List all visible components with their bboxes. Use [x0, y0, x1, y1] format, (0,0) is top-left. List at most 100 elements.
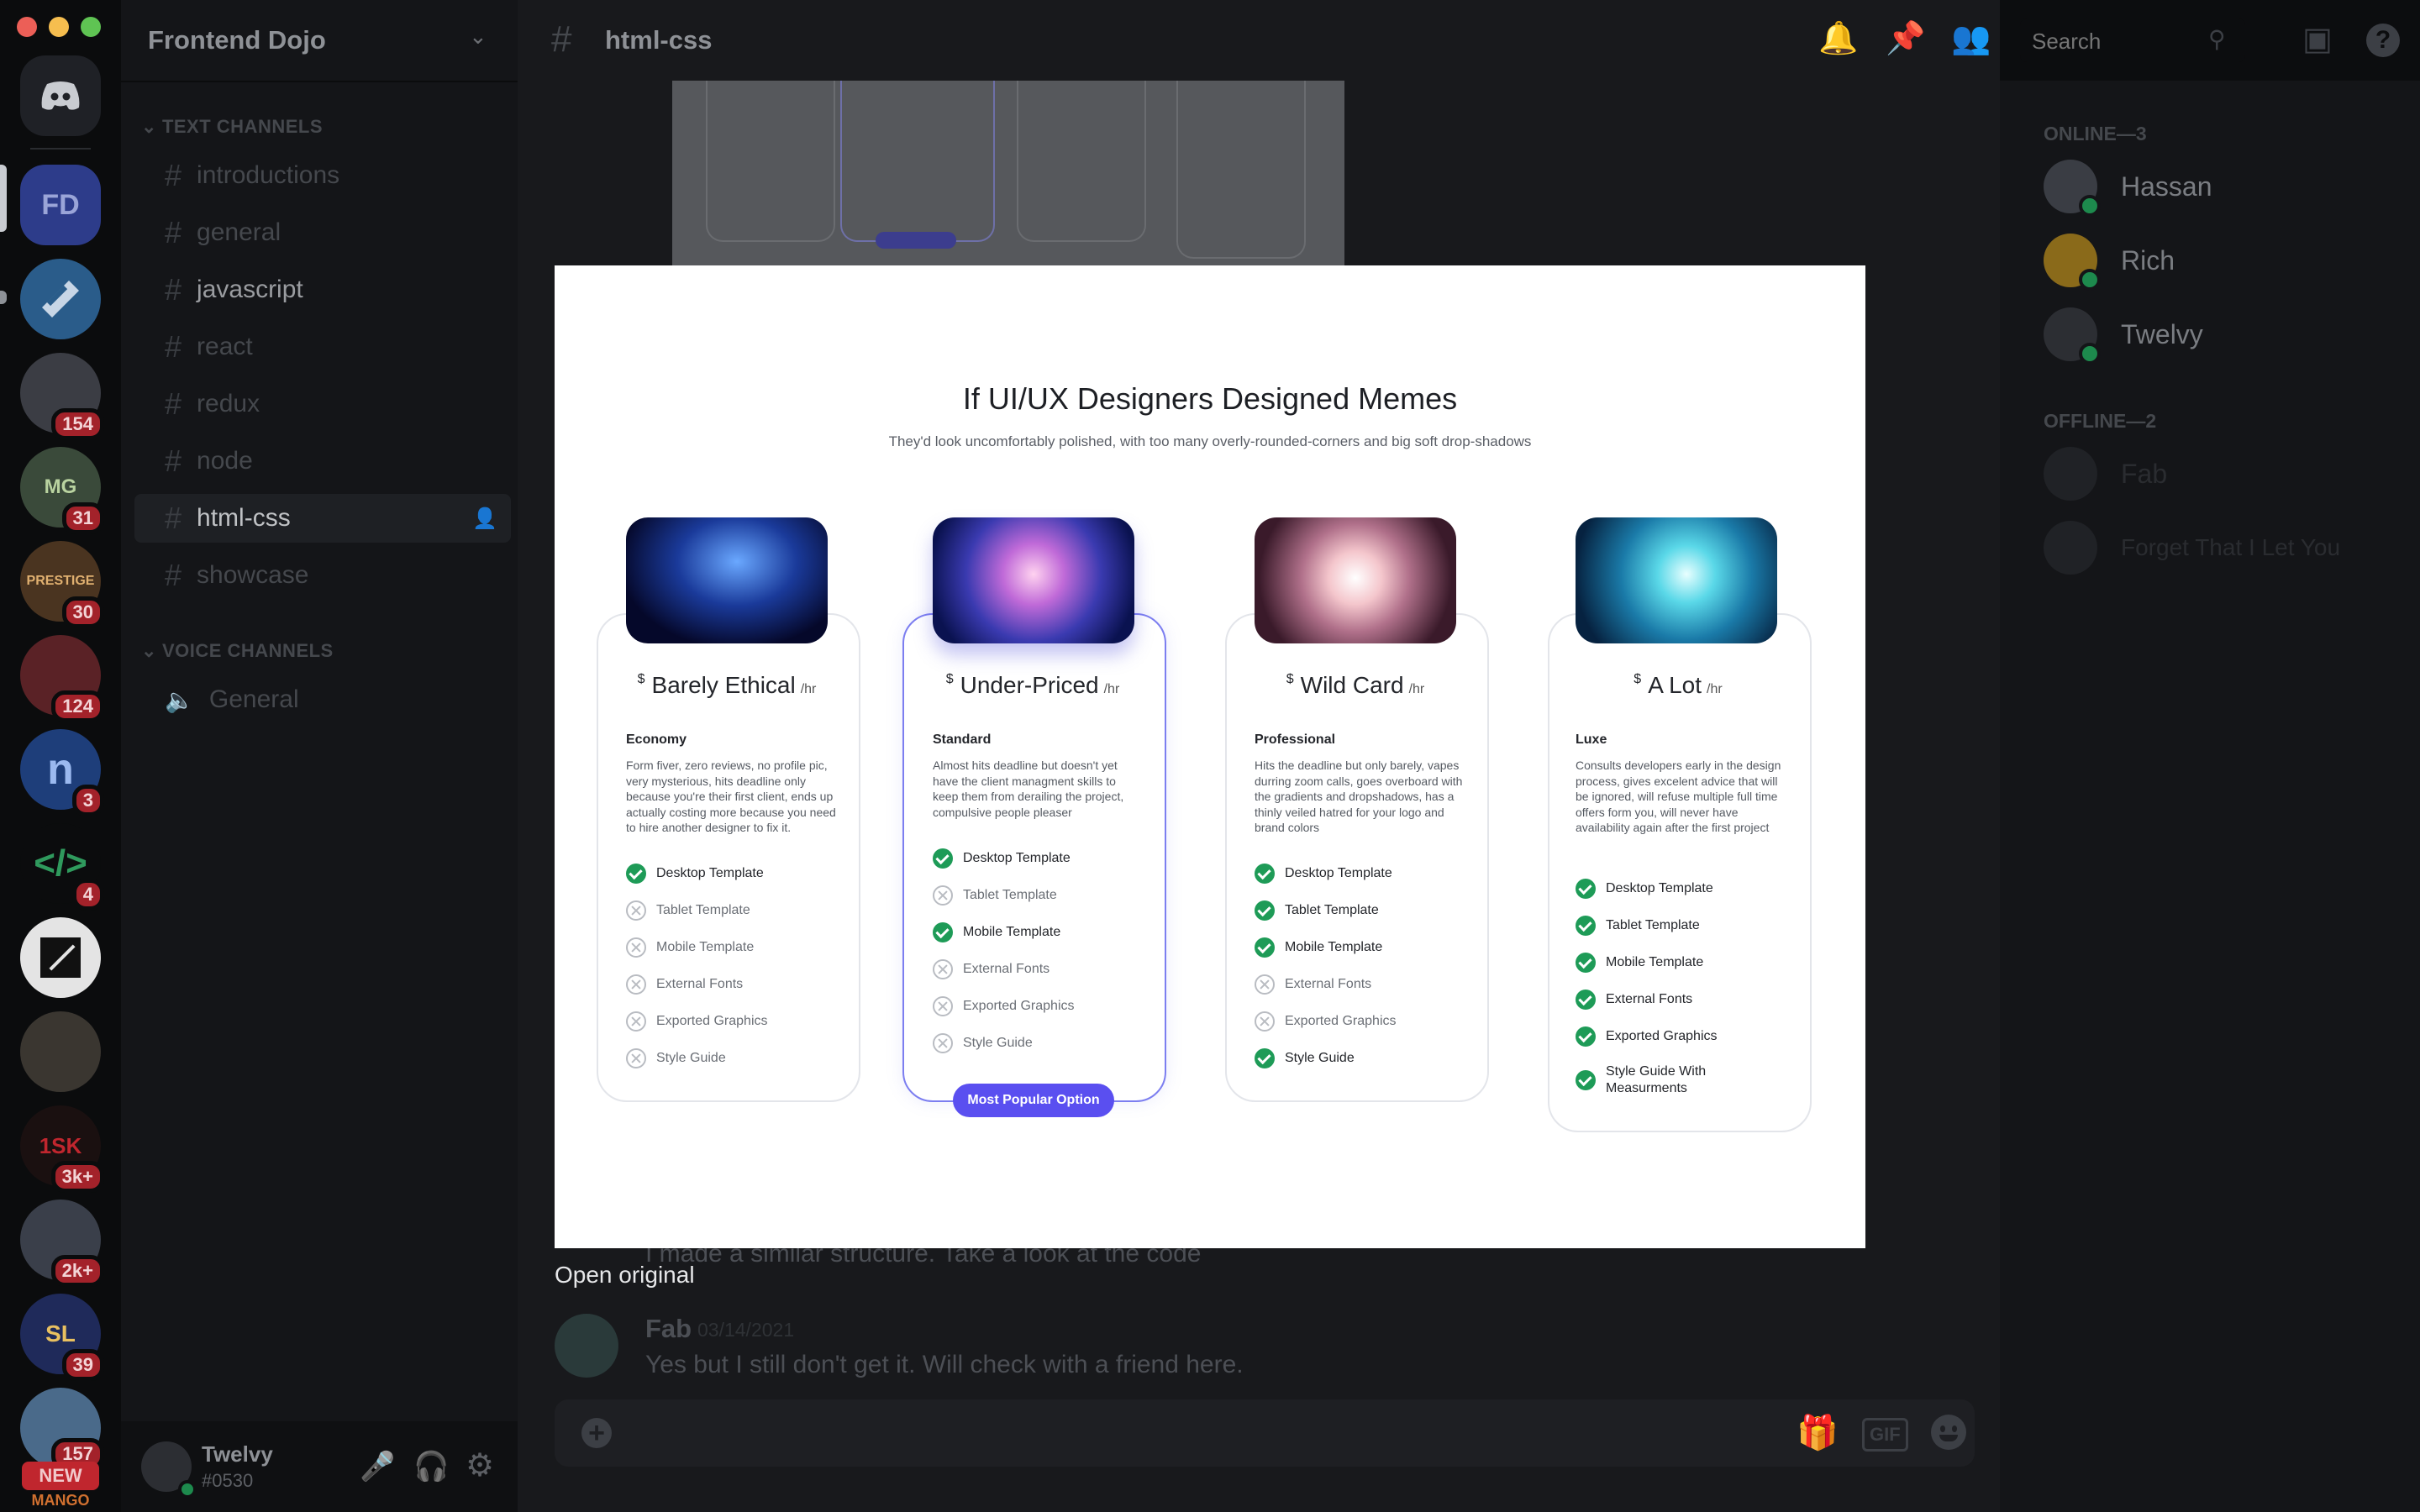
cross-icon: [626, 937, 646, 958]
minimize-window-button[interactable]: [49, 17, 69, 37]
channel-introductions[interactable]: # introductions: [155, 151, 511, 200]
cross-icon: [626, 974, 646, 995]
server-icon-9[interactable]: [20, 917, 101, 998]
server-icon-10[interactable]: [20, 1011, 101, 1092]
search-icon: ⚲: [2208, 26, 2226, 52]
feature-item: Style Guide With Measurments: [1576, 1063, 1715, 1097]
server-icon-6[interactable]: 124: [20, 635, 104, 722]
member-hassan[interactable]: Hassan: [2044, 160, 2212, 217]
check-icon: [933, 848, 953, 869]
feature-label: Style Guide: [656, 1051, 726, 1065]
open-original-link[interactable]: Open original: [555, 1262, 695, 1289]
channel-node[interactable]: # node: [155, 437, 511, 486]
gif-button[interactable]: GIF: [1862, 1418, 1908, 1452]
channel-javascript[interactable]: # javascript: [155, 265, 511, 314]
card-price: $ Wild Card/hr: [1286, 672, 1425, 698]
message-composer[interactable]: + 🎁 GIF: [555, 1399, 1975, 1467]
attachment-thumbnail[interactable]: [672, 81, 1344, 265]
microphone-icon[interactable]: 🎤: [360, 1450, 395, 1483]
add-member-icon[interactable]: 👤: [472, 507, 497, 531]
server-icon-prestige[interactable]: PRESTIGE 30: [20, 541, 104, 628]
channel-label: redux: [197, 390, 260, 417]
feature-item: Desktop Template: [933, 848, 1071, 869]
voice-channels-category[interactable]: ⌄ VOICE CHANNELS: [141, 640, 334, 662]
member-twelvy[interactable]: Twelvy: [2044, 307, 2203, 365]
check-icon: [1255, 900, 1275, 921]
server-icon-3[interactable]: 154: [20, 353, 104, 440]
search-input[interactable]: [2030, 27, 2202, 55]
server-icon-7[interactable]: n3: [20, 729, 104, 816]
headphones-icon[interactable]: 🎧: [413, 1450, 449, 1483]
settings-gear-icon[interactable]: ⚙: [466, 1446, 494, 1484]
feature-item: Style Guide: [626, 1048, 726, 1068]
new-unreads-badge[interactable]: NEW: [22, 1462, 99, 1490]
feature-label: Style Guide With Measurments: [1606, 1064, 1707, 1095]
feature-label: Exported Graphics: [656, 1014, 768, 1028]
member-rich[interactable]: Rich: [2044, 234, 2175, 291]
feature-label: Style Guide: [963, 1036, 1033, 1050]
server-icon-code[interactable]: </> 4: [20, 823, 104, 911]
server-icon-4[interactable]: MG 31: [20, 447, 104, 534]
channel-header: # html-css 🔔 📌 👥 ⚲ ▣ ?: [518, 0, 2420, 81]
server-icon-12[interactable]: 2k+: [20, 1200, 104, 1287]
search-box[interactable]: ⚲: [2020, 18, 2245, 62]
channel-showcase[interactable]: # showcase: [155, 551, 511, 600]
feature-label: Mobile Template: [1285, 940, 1383, 954]
channel-label: General: [208, 685, 299, 713]
server-frontend-dojo[interactable]: FD: [20, 165, 101, 245]
avatar[interactable]: [555, 1314, 618, 1378]
server-header[interactable]: Frontend Dojo ⌄: [121, 0, 518, 82]
member-name: Hassan: [2121, 171, 2212, 202]
cross-icon: [626, 1048, 646, 1068]
channel-react[interactable]: # react: [155, 323, 511, 371]
mention-badge: 31: [61, 502, 104, 534]
zoom-window-button[interactable]: [81, 17, 101, 37]
cross-icon: [933, 996, 953, 1016]
channel-redux[interactable]: # redux: [155, 380, 511, 428]
member-fab[interactable]: Fab: [2044, 447, 2167, 501]
server-icon-14[interactable]: 157: [20, 1388, 104, 1470]
feature-label: External Fonts: [1285, 977, 1372, 991]
gift-icon[interactable]: 🎁: [1797, 1413, 1839, 1452]
emoji-picker-icon[interactable]: [1931, 1415, 1966, 1450]
image-preview-modal[interactable]: If UI/UX Designers Designed Memes They'd…: [555, 265, 1865, 1248]
online-status-icon: [178, 1480, 197, 1499]
channel-html-css[interactable]: # html-css 👤: [134, 494, 511, 543]
member-list-icon[interactable]: 👥: [1951, 20, 1991, 57]
category-label: VOICE CHANNELS: [161, 640, 334, 661]
feature-label: Tablet Template: [1285, 903, 1379, 917]
card-description: Hits the deadline but only barely, vapes…: [1255, 759, 1463, 834]
user-tag: #0530: [202, 1470, 254, 1491]
modal-subtitle: They'd look uncomfortably polished, with…: [888, 433, 1532, 449]
pinned-messages-icon[interactable]: 📌: [1886, 20, 1925, 57]
feature-item: External Fonts: [626, 974, 743, 995]
close-window-button[interactable]: [17, 17, 37, 37]
feature-label: Desktop Template: [1285, 866, 1392, 880]
notification-bell-icon[interactable]: 🔔: [1818, 20, 1858, 57]
add-attachment-icon[interactable]: +: [581, 1418, 612, 1448]
server-icon-11[interactable]: 1SK 3k+: [20, 1105, 104, 1193]
mention-badge: 3k+: [50, 1161, 104, 1193]
feature-label: External Fonts: [1606, 992, 1693, 1006]
inbox-icon[interactable]: ▣: [2302, 20, 2333, 58]
member-forget-that-i-let-you[interactable]: Forget That I Let You: [2044, 521, 2340, 575]
mention-badge: 39: [61, 1349, 104, 1381]
message-author[interactable]: Fab: [645, 1314, 692, 1344]
brain-image-1: [626, 517, 828, 643]
check-icon: [1255, 937, 1275, 958]
voice-channel-general[interactable]: 🔈 General: [155, 675, 511, 724]
server-icon-13[interactable]: SL 39: [20, 1294, 104, 1381]
cross-icon: [626, 900, 646, 921]
cross-icon: [626, 1011, 646, 1032]
text-channels-category[interactable]: ⌄ TEXT CHANNELS: [141, 116, 323, 138]
feature-label: Tablet Template: [1606, 918, 1700, 932]
home-discord-icon[interactable]: [20, 55, 101, 136]
channel-general[interactable]: # general: [155, 208, 511, 257]
check-icon: [1576, 916, 1596, 936]
channel-label: node: [197, 447, 253, 475]
channel-label: html-css: [197, 504, 291, 532]
feature-label: External Fonts: [656, 977, 744, 991]
server-icon-2[interactable]: [20, 259, 101, 339]
help-icon[interactable]: ?: [2366, 24, 2400, 57]
hash-icon: #: [165, 558, 182, 592]
